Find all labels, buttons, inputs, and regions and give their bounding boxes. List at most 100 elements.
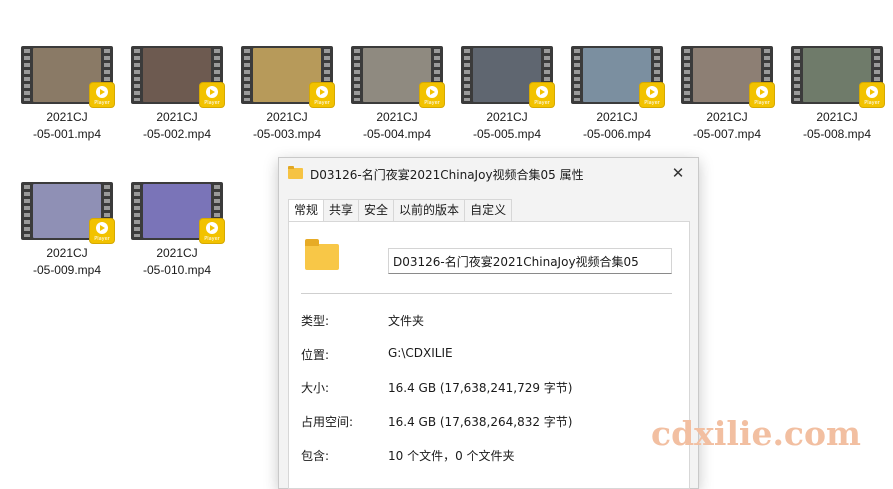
- video-thumbnail: Player: [571, 44, 665, 108]
- player-badge-icon: Player: [309, 82, 335, 108]
- video-thumbnail: Player: [131, 44, 225, 108]
- tab-sharing[interactable]: 共享: [323, 199, 360, 221]
- property-label: 包含:: [301, 449, 330, 463]
- file-name-line: 2021CJ: [486, 110, 528, 124]
- file-name-line: 2021CJ: [706, 110, 748, 124]
- play-icon: [96, 86, 108, 98]
- file-name-line: -05-007.mp4: [692, 127, 762, 141]
- file-name: 2021CJ -05-006.mp4: [567, 109, 667, 143]
- video-thumbnail: Player: [21, 44, 115, 108]
- file-name: 2021CJ -05-003.mp4: [237, 109, 337, 143]
- property-value: 文件夹: [388, 314, 425, 328]
- dialog-titlebar[interactable]: D03126-名门夜宴2021ChinaJoy视频合集05 属性 ✕: [279, 158, 698, 188]
- file-name: 2021CJ -05-001.mp4: [17, 109, 117, 143]
- player-badge-icon: Player: [639, 82, 665, 108]
- file-name: 2021CJ -05-007.mp4: [677, 109, 777, 143]
- file-name-line: -05-010.mp4: [142, 263, 212, 277]
- file-name: 2021CJ -05-004.mp4: [347, 109, 447, 143]
- file-name-line: 2021CJ: [816, 110, 858, 124]
- badge-label: Player: [204, 100, 220, 106]
- player-badge-icon: Player: [749, 82, 775, 108]
- folder-icon: [305, 239, 339, 270]
- badge-label: Player: [644, 100, 660, 106]
- file-name-line: 2021CJ: [596, 110, 638, 124]
- property-label: 位置:: [301, 348, 330, 362]
- file-name-line: 2021CJ: [156, 246, 198, 260]
- badge-label: Player: [864, 100, 880, 106]
- badge-label: Player: [204, 236, 220, 242]
- video-file-item[interactable]: Player 2021CJ -05-004.mp4: [347, 44, 447, 143]
- video-thumbnail: Player: [791, 44, 885, 108]
- file-name: 2021CJ -05-005.mp4: [457, 109, 557, 143]
- video-file-item[interactable]: Player 2021CJ -05-001.mp4: [17, 44, 117, 143]
- play-icon: [536, 86, 548, 98]
- player-badge-icon: Player: [89, 82, 115, 108]
- play-icon: [646, 86, 658, 98]
- property-value: 16.4 GB (17,638,241,729 字节): [388, 381, 573, 395]
- file-name-line: 2021CJ: [156, 110, 198, 124]
- play-icon: [316, 86, 328, 98]
- player-badge-icon: Player: [419, 82, 445, 108]
- property-value: 10 个文件，0 个文件夹: [388, 449, 515, 463]
- video-thumbnail: Player: [131, 180, 225, 244]
- badge-label: Player: [424, 100, 440, 106]
- badge-label: Player: [94, 100, 110, 106]
- file-name-line: -05-005.mp4: [472, 127, 542, 141]
- play-icon: [206, 86, 218, 98]
- player-badge-icon: Player: [199, 218, 225, 244]
- video-thumbnail: Player: [351, 44, 445, 108]
- video-file-item[interactable]: Player 2021CJ -05-010.mp4: [127, 180, 227, 279]
- file-name-line: -05-004.mp4: [362, 127, 432, 141]
- general-panel: D03126-名门夜宴2021ChinaJoy视频合集05 类型: 文件夹 位置…: [288, 221, 690, 489]
- play-icon: [756, 86, 768, 98]
- video-file-item[interactable]: Player 2021CJ -05-006.mp4: [567, 44, 667, 143]
- file-name-line: -05-006.mp4: [582, 127, 652, 141]
- badge-label: Player: [314, 100, 330, 106]
- file-name-line: -05-001.mp4: [32, 127, 102, 141]
- file-name-line: -05-008.mp4: [802, 127, 872, 141]
- close-button[interactable]: ✕: [668, 163, 688, 183]
- badge-label: Player: [534, 100, 550, 106]
- file-name-line: 2021CJ: [376, 110, 418, 124]
- video-file-item[interactable]: Player 2021CJ -05-005.mp4: [457, 44, 557, 143]
- tab-bar: 常规 共享 安全 以前的版本 自定义: [288, 199, 513, 222]
- video-thumbnail: Player: [681, 44, 775, 108]
- badge-label: Player: [754, 100, 770, 106]
- tab-security[interactable]: 安全: [358, 199, 395, 221]
- video-file-item[interactable]: Player 2021CJ -05-009.mp4: [17, 180, 117, 279]
- folder-name-input[interactable]: D03126-名门夜宴2021ChinaJoy视频合集05: [388, 248, 672, 274]
- badge-label: Player: [94, 236, 110, 242]
- player-badge-icon: Player: [199, 82, 225, 108]
- property-label: 大小:: [301, 381, 330, 395]
- file-name-line: 2021CJ: [46, 110, 88, 124]
- file-name-line: 2021CJ: [46, 246, 88, 260]
- video-file-item[interactable]: Player 2021CJ -05-003.mp4: [237, 44, 337, 143]
- file-name-line: 2021CJ: [266, 110, 308, 124]
- player-badge-icon: Player: [529, 82, 555, 108]
- file-name: 2021CJ -05-008.mp4: [787, 109, 887, 143]
- dialog-title: D03126-名门夜宴2021ChinaJoy视频合集05 属性: [310, 168, 584, 182]
- player-badge-icon: Player: [89, 218, 115, 244]
- divider: [301, 293, 672, 294]
- player-badge-icon: Player: [859, 82, 885, 108]
- play-icon: [96, 222, 108, 234]
- property-label: 类型:: [301, 314, 330, 328]
- file-name-line: -05-009.mp4: [32, 263, 102, 277]
- video-file-item[interactable]: Player 2021CJ -05-008.mp4: [787, 44, 887, 143]
- file-name-line: -05-002.mp4: [142, 127, 212, 141]
- tab-general[interactable]: 常规: [288, 199, 325, 222]
- play-icon: [866, 86, 878, 98]
- property-value: 16.4 GB (17,638,264,832 字节): [388, 415, 573, 429]
- property-value[interactable]: G:\CDXILIE: [388, 346, 453, 360]
- tab-previous-versions[interactable]: 以前的版本: [393, 199, 466, 221]
- video-file-item[interactable]: Player 2021CJ -05-002.mp4: [127, 44, 227, 143]
- file-name-line: -05-003.mp4: [252, 127, 322, 141]
- video-file-item[interactable]: Player 2021CJ -05-007.mp4: [677, 44, 777, 143]
- file-name: 2021CJ -05-009.mp4: [17, 245, 117, 279]
- video-thumbnail: Player: [241, 44, 335, 108]
- properties-dialog: D03126-名门夜宴2021ChinaJoy视频合集05 属性 ✕ 常规 共享…: [278, 157, 699, 489]
- play-icon: [426, 86, 438, 98]
- tab-customize[interactable]: 自定义: [464, 199, 513, 221]
- file-name: 2021CJ -05-002.mp4: [127, 109, 227, 143]
- video-thumbnail: Player: [461, 44, 555, 108]
